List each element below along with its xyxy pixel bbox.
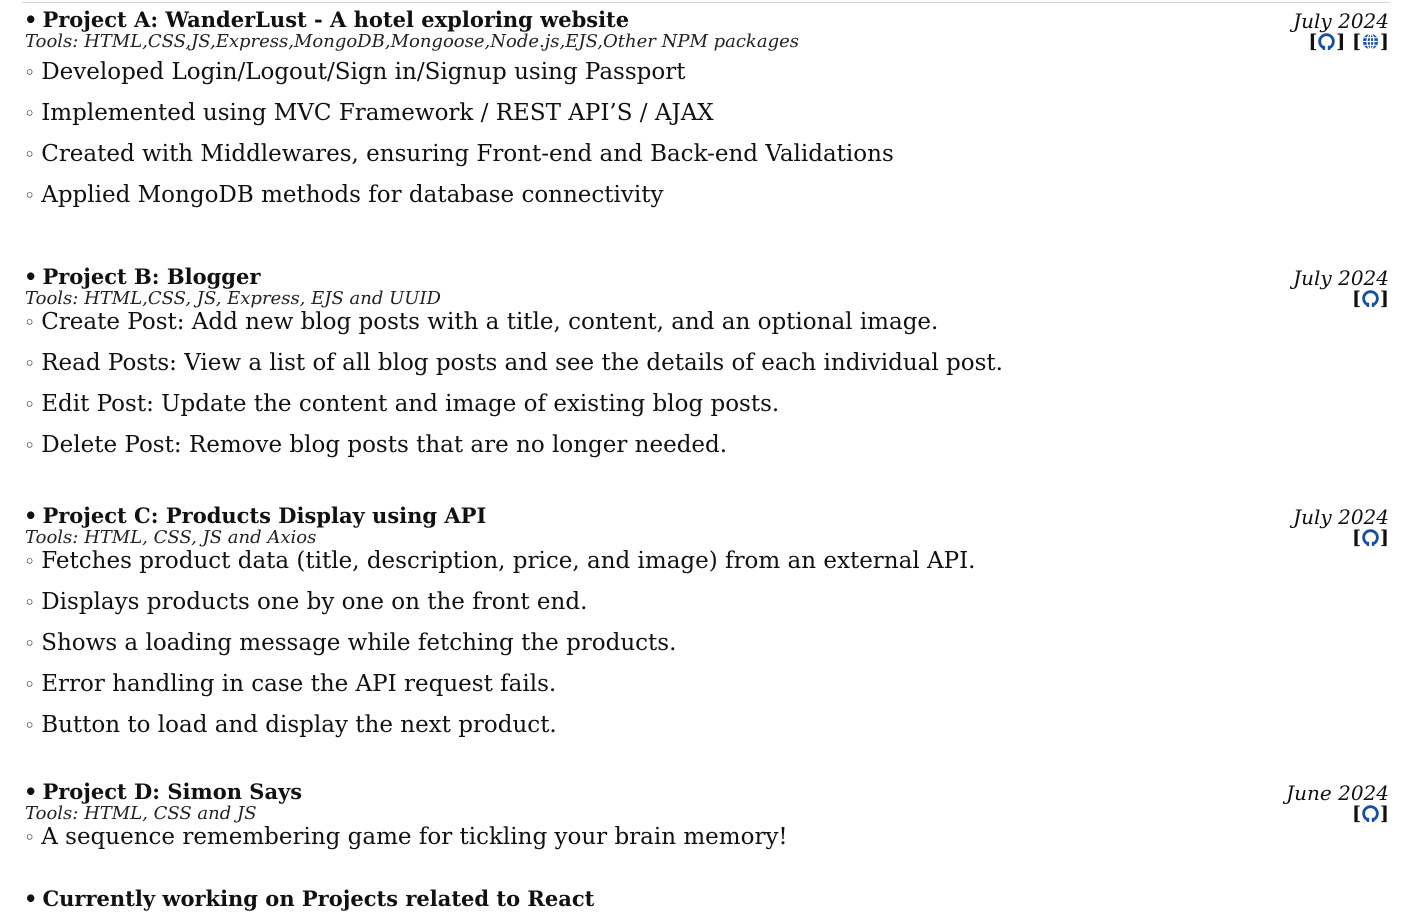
project-title: • Project D: Simon Says [24, 779, 303, 804]
list-item: ◦ Delete Post: Remove blog posts that are… [24, 432, 728, 458]
project-tools: Tools: HTML, CSS and JS [25, 803, 257, 824]
list-item: ◦ Button to load and display the next pro… [24, 712, 557, 738]
list-item: ◦ Developed Login/Logout/Sign in/Signup u… [24, 59, 686, 85]
list-item: ◦ Error handling in case the API request … [24, 671, 557, 697]
project-a: • Project A: WanderLust - A hotel explori… [24, 0, 1389, 224]
project-title: • Project A: WanderLust - A hotel explori… [24, 7, 630, 32]
project-date: July 2024 [1293, 505, 1389, 529]
project-links: [] [] [1308, 31, 1389, 53]
list-item: ◦ Displays products one by one on the fro… [24, 589, 588, 615]
project-tools: Tools: HTML,CSS,JS,Express,MongoDB,Mongo… [25, 31, 799, 52]
list-item: ◦ Shows a loading message while fetching … [24, 630, 677, 656]
project-title: • Currently working on Projects related t… [24, 886, 595, 911]
list-item: ◦ A sequence remembering game for ticklin… [24, 824, 788, 850]
github-link[interactable] [1361, 527, 1380, 549]
github-link[interactable] [1361, 288, 1380, 310]
github-icon [1362, 805, 1379, 823]
project-c: • Project C: Products Display using API J… [24, 496, 1389, 754]
github-icon [1318, 33, 1336, 51]
list-item: ◦ Created with Middlewares, ensuring Fron… [24, 141, 894, 167]
project-b: • Project B: Blogger July 2024 Tools: HTM… [24, 257, 1389, 474]
website-link[interactable] [1361, 31, 1380, 53]
globe-icon [1362, 33, 1379, 50]
project-links: [] [1352, 527, 1389, 549]
project-title: • Project B: Blogger [24, 264, 261, 289]
github-icon [1362, 529, 1379, 547]
github-icon [1362, 290, 1379, 308]
list-item: ◦ Implemented using MVC Framework / REST … [24, 100, 714, 126]
github-link[interactable] [1361, 803, 1380, 825]
list-item: ◦ Edit Post: Update the content and image… [24, 391, 780, 417]
project-links: [] [1352, 803, 1389, 825]
project-tools: Tools: HTML,CSS, JS, Express, EJS and UU… [25, 288, 441, 309]
list-item: ◦ Fetches product data (title, descriptio… [24, 548, 976, 574]
list-item: ◦ Read Posts: View a list of all blog pos… [24, 350, 1003, 376]
project-title: • Project C: Products Display using API [24, 503, 487, 528]
list-item: ◦ Create Post: Add new blog posts with a … [24, 309, 939, 335]
project-date: July 2024 [1293, 9, 1389, 33]
project-date: July 2024 [1293, 266, 1389, 290]
list-item: ◦ Applied MongoDB methods for database co… [24, 182, 664, 208]
project-d: • Project D: Simon Says June 2024 Tools: … [24, 772, 1389, 866]
github-link[interactable] [1317, 31, 1336, 53]
project-links: [] [1352, 288, 1389, 310]
project-tools: Tools: HTML, CSS, JS and Axios [25, 527, 317, 548]
project-date: June 2024 [1286, 781, 1389, 805]
